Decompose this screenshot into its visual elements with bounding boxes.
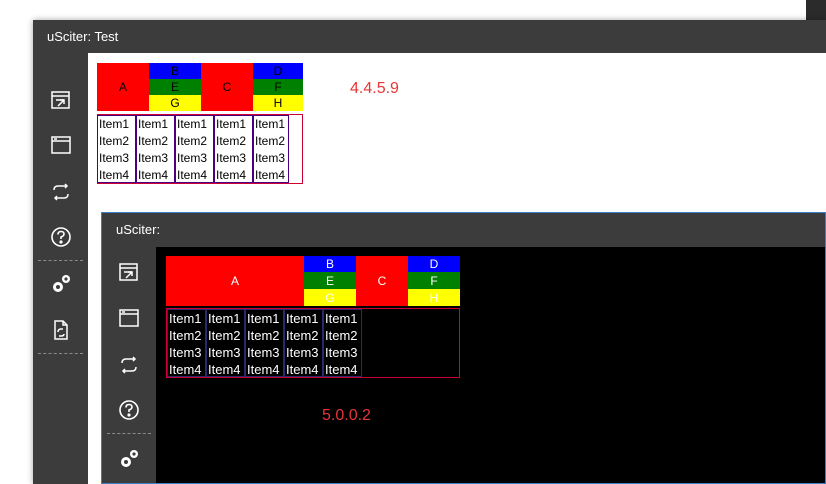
window-icon[interactable] xyxy=(102,306,156,330)
list-item: Item3 xyxy=(247,345,280,360)
sidebar-separator xyxy=(38,260,83,261)
settings-icon[interactable] xyxy=(102,447,156,471)
window-title[interactable]: uSciter: xyxy=(102,213,825,247)
list-column: Item1 Item2 Item3 Item4 xyxy=(167,309,206,377)
help-icon[interactable] xyxy=(33,225,88,249)
open-file-icon[interactable] xyxy=(33,88,88,112)
list-item: Item3 xyxy=(177,151,208,165)
list-item: Item4 xyxy=(286,362,319,377)
list-item: Item3 xyxy=(169,345,202,360)
list-column: Item1 Item2 Item3 Item4 xyxy=(323,309,362,377)
list-item: Item1 xyxy=(177,117,208,131)
sidebar xyxy=(102,247,156,483)
list-item: Item1 xyxy=(99,117,130,131)
background-window-edge xyxy=(806,0,826,20)
cell-a: A xyxy=(166,256,304,306)
reload-icon[interactable] xyxy=(33,180,88,204)
list-column: Item1 Item2 Item3 Item4 xyxy=(253,115,289,183)
list-item: Item4 xyxy=(208,362,241,377)
list-item: Item2 xyxy=(177,134,208,148)
list-column: Item1 Item2 Item3 Item4 xyxy=(245,309,284,377)
window-title[interactable]: uSciter: Test xyxy=(33,20,826,53)
list-item: Item1 xyxy=(325,311,358,326)
list-item: Item1 xyxy=(286,311,319,326)
refresh-document-icon[interactable] xyxy=(33,318,88,342)
settings-icon[interactable] xyxy=(33,272,88,296)
window-icon[interactable] xyxy=(33,133,88,157)
list-item: Item4 xyxy=(247,362,280,377)
cell-f: F xyxy=(408,272,460,289)
version-label: 4.4.5.9 xyxy=(350,80,399,97)
list-item: Item2 xyxy=(169,328,202,343)
open-file-icon[interactable] xyxy=(102,260,156,284)
list-item: Item1 xyxy=(255,117,286,131)
reload-icon[interactable] xyxy=(102,353,156,377)
cell-d: D xyxy=(253,63,303,79)
list-item: Item4 xyxy=(216,168,247,182)
cell-f: F xyxy=(253,79,303,95)
cell-h: H xyxy=(253,95,303,111)
sidebar-separator xyxy=(38,353,83,354)
cell-e: E xyxy=(149,79,201,95)
list-item: Item1 xyxy=(216,117,247,131)
list-item: Item3 xyxy=(325,345,358,360)
list-item: Item1 xyxy=(247,311,280,326)
list-item: Item2 xyxy=(325,328,358,343)
list-item: Item2 xyxy=(208,328,241,343)
list-item: Item3 xyxy=(255,151,286,165)
cell-b: B xyxy=(304,256,356,272)
list-item: Item2 xyxy=(216,134,247,148)
list-item: Item1 xyxy=(169,311,202,326)
cell-e: E xyxy=(304,272,356,289)
usciter-window-new: uSciter: A B E G C D F H Item1 Item2 Ite… xyxy=(101,212,826,484)
cell-a: A xyxy=(97,63,149,111)
list-column: Item1 Item2 Item3 Item4 xyxy=(206,309,245,377)
help-icon[interactable] xyxy=(102,398,156,422)
cell-g: G xyxy=(304,289,356,306)
cell-c: C xyxy=(356,256,408,306)
list-item: Item1 xyxy=(208,311,241,326)
cell-h: H xyxy=(408,289,460,306)
list-column: Item1 Item2 Item3 Item4 xyxy=(214,115,253,183)
content-area: A B E G C D F H Item1 Item2 Item3 Item4 … xyxy=(156,247,825,483)
list-item: Item2 xyxy=(99,134,130,148)
list-item: Item3 xyxy=(99,151,130,165)
list-column: Item1 Item2 Item3 Item4 xyxy=(97,115,136,183)
list-item: Item3 xyxy=(216,151,247,165)
list-item: Item3 xyxy=(286,345,319,360)
cell-c: C xyxy=(201,63,253,111)
list-item: Item4 xyxy=(99,168,130,182)
list-item: Item4 xyxy=(325,362,358,377)
version-label: 5.0.0.2 xyxy=(322,407,371,424)
list-item: Item2 xyxy=(286,328,319,343)
list-item: Item2 xyxy=(247,328,280,343)
sidebar-separator xyxy=(107,433,151,434)
list-item: Item2 xyxy=(255,134,286,148)
cell-d: D xyxy=(408,256,460,272)
list-item: Item2 xyxy=(138,134,169,148)
list-column: Item1 Item2 Item3 Item4 xyxy=(175,115,214,183)
list-column: Item1 Item2 Item3 Item4 xyxy=(284,309,323,377)
cell-b: B xyxy=(149,63,201,79)
list-item: Item4 xyxy=(138,168,169,182)
cell-g: G xyxy=(149,95,201,111)
list-item: Item3 xyxy=(208,345,241,360)
list-item: Item4 xyxy=(169,362,202,377)
list-item: Item1 xyxy=(138,117,169,131)
list-item: Item4 xyxy=(255,168,286,182)
list-item: Item4 xyxy=(177,168,208,182)
list-column: Item1 Item2 Item3 Item4 xyxy=(136,115,175,183)
list-item: Item3 xyxy=(138,151,169,165)
sidebar xyxy=(33,53,88,484)
